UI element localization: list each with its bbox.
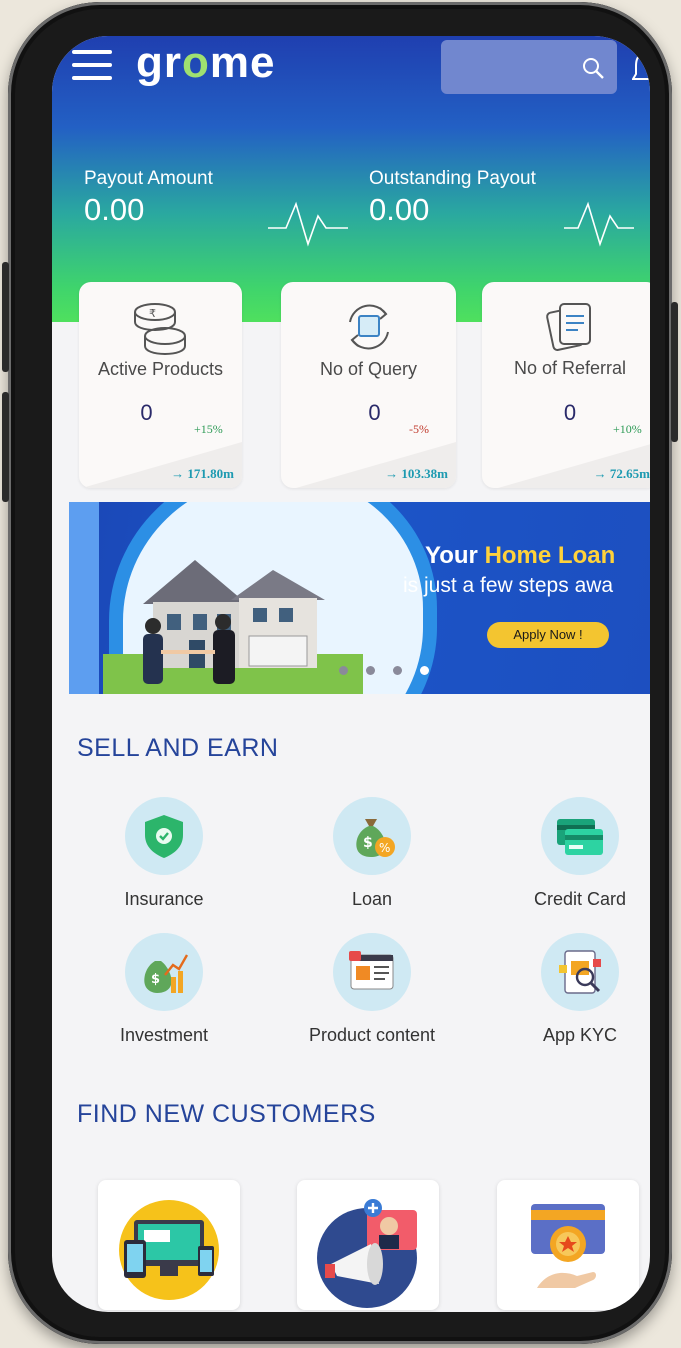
tile-label: Insurance <box>124 889 204 909</box>
stat-change: +15% <box>194 422 223 436</box>
stat-title: Active Products <box>97 359 224 379</box>
document-referral-icon <box>546 303 591 351</box>
payout-amount-value: 0.00 <box>84 192 145 227</box>
apply-now-button[interactable]: Apply Now ! <box>487 622 609 648</box>
coins-icon: ₹ <box>133 303 186 356</box>
tile-label: Investment <box>119 1025 209 1045</box>
payout-amount-label: Payout Amount <box>84 168 213 189</box>
tile-loan[interactable]: $% Loan <box>297 797 447 910</box>
hamburger-menu-icon[interactable] <box>72 50 112 84</box>
carousel-dot[interactable] <box>339 666 348 675</box>
tile-label: App KYC <box>542 1025 618 1045</box>
outstanding-payout-label: Outstanding Payout <box>369 168 536 189</box>
svg-text:$: $ <box>151 972 160 987</box>
stat-card-active-products[interactable]: ₹ Active Products 0 +15% → 171.80m <box>79 282 242 488</box>
carousel-dot[interactable] <box>393 666 402 675</box>
stat-change: +10% <box>613 422 642 436</box>
tile-investment[interactable]: $ Investment <box>89 933 239 1046</box>
tile-insurance[interactable]: Insurance <box>89 797 239 910</box>
tile-app-kyc[interactable]: App KYC <box>505 933 650 1046</box>
phone-frame: grome Payout Amount 0.00 Outstanding Pay… <box>2 2 678 1344</box>
customer-card-reward[interactable] <box>497 1180 639 1310</box>
svg-text:$: $ <box>363 835 373 851</box>
devices-icon <box>119 1200 219 1300</box>
stat-amount: → 72.65m <box>593 466 650 481</box>
outstanding-payout-value: 0.00 <box>369 192 430 227</box>
banner-stripe <box>69 502 99 694</box>
stat-value: 0 <box>368 400 381 425</box>
refresh-query-icon <box>348 304 389 350</box>
banner-subtext: is just a few steps awa <box>403 574 614 597</box>
stat-amount: → 103.38m <box>385 466 448 481</box>
tile-credit-card[interactable]: Credit Card <box>505 797 650 910</box>
web-content-icon <box>349 951 394 990</box>
tile-label: Product content <box>308 1025 436 1045</box>
outstanding-payout: Outstanding Payout 0.00 <box>369 168 536 228</box>
carousel-dot-active[interactable] <box>420 666 429 675</box>
house-handshake-illustration <box>103 560 363 694</box>
svg-text:₹: ₹ <box>149 307 156 320</box>
stat-title: No of Query <box>319 359 418 379</box>
tile-label: Loan <box>351 889 393 909</box>
grome-logo: grome <box>136 38 276 87</box>
stat-title: No of Referral <box>513 358 627 378</box>
carousel-dot[interactable] <box>366 666 375 675</box>
volume-button <box>2 262 9 372</box>
app-screen: grome Payout Amount 0.00 Outstanding Pay… <box>52 36 650 1312</box>
stat-card-referral[interactable]: No of Referral 0 +10% → 72.65m <box>482 282 650 488</box>
search-icon <box>583 58 604 79</box>
stat-amount: → 171.80m <box>171 466 234 481</box>
app-header: grome Payout Amount 0.00 Outstanding Pay… <box>52 36 650 322</box>
home-loan-banner[interactable]: Your Home Loan is just a few steps awa A… <box>69 502 650 694</box>
shield-icon <box>145 815 183 858</box>
payout-amount: Payout Amount 0.00 <box>84 168 213 228</box>
power-button <box>671 302 678 442</box>
pulse-icon <box>564 201 634 247</box>
customer-card-megaphone[interactable] <box>297 1180 439 1310</box>
stat-change: -5% <box>409 422 429 436</box>
stat-card-query[interactable]: No of Query 0 -5% → 103.38m <box>281 282 456 488</box>
sell-and-earn-title: SELL AND EARN <box>77 734 279 762</box>
volume-button <box>2 392 9 502</box>
tile-label: Credit Card <box>533 889 627 909</box>
investment-growth-icon: $ <box>144 954 189 993</box>
money-bag-icon: $% <box>356 819 395 857</box>
find-new-customers-title: FIND NEW CUSTOMERS <box>77 1100 376 1128</box>
pulse-icon <box>268 201 348 247</box>
reward-badge-icon <box>531 1204 605 1288</box>
megaphone-icon <box>317 1199 417 1308</box>
svg-text:%: % <box>379 841 390 855</box>
carousel-dots <box>339 662 447 680</box>
bell-icon[interactable] <box>632 52 650 86</box>
search-box[interactable] <box>441 40 617 94</box>
banner-headline: Your Home Loan <box>425 542 616 569</box>
tile-product-content[interactable]: Product content <box>297 933 447 1046</box>
credit-card-icon <box>557 819 603 855</box>
customer-card-devices[interactable] <box>98 1180 240 1310</box>
kyc-document-icon <box>559 950 601 994</box>
